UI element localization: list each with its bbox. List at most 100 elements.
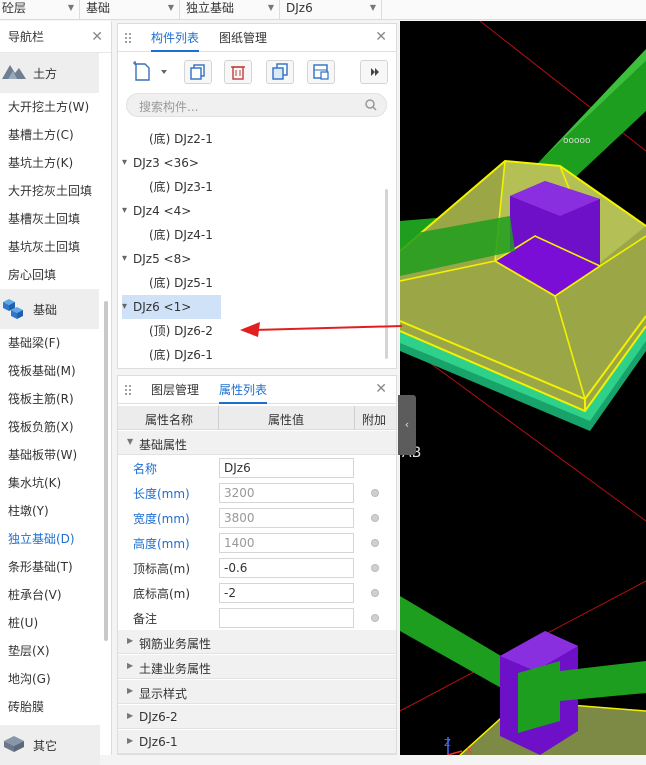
svg-text:ooooo: ooooo xyxy=(563,136,591,146)
property-name: 名称 xyxy=(133,462,158,476)
filter-button[interactable] xyxy=(307,60,335,84)
property-value-field[interactable]: -0.6 xyxy=(219,558,354,578)
nav-scrollbar[interactable] xyxy=(104,301,108,641)
tab-property-list[interactable]: 属性列表 xyxy=(219,376,268,404)
property-name: 高度(mm) xyxy=(133,537,190,551)
nav-item[interactable]: 集水坑(K) xyxy=(0,469,111,497)
chevron-down-icon: ▼ xyxy=(67,3,74,12)
component-search-input[interactable]: 搜索构件... xyxy=(126,93,387,117)
tree-label: DJz4 <4> xyxy=(133,204,192,218)
drag-grip-icon[interactable] xyxy=(124,32,132,44)
nav-category-earthwork[interactable]: 土方 xyxy=(0,53,99,93)
copy-button[interactable] xyxy=(184,60,212,84)
nav-item[interactable]: 筏板主筋(R) xyxy=(0,385,111,413)
new-component-button[interactable] xyxy=(130,60,168,84)
nav-item[interactable]: 桩(U) xyxy=(0,609,111,637)
close-icon[interactable]: ✕ xyxy=(375,381,387,397)
property-group[interactable]: ▶ 土建业务属性 xyxy=(118,655,396,679)
nav-item[interactable]: 基础梁(F) xyxy=(0,329,111,357)
nav-item[interactable]: 基槽土方(C) xyxy=(0,121,111,149)
property-value-field[interactable]: 3200 xyxy=(219,483,354,503)
more-button[interactable] xyxy=(360,60,388,84)
other-icon xyxy=(4,736,24,752)
nav-item[interactable]: 基坑灰土回填 xyxy=(0,233,111,261)
group-label: 钢筋业务属性 xyxy=(139,637,212,651)
tree-group-row[interactable]: ▾ DJz5 <8> xyxy=(118,247,388,271)
nav-category-foundation[interactable]: 基础 xyxy=(0,289,99,329)
nav-item[interactable]: 筏板基础(M) xyxy=(0,357,111,385)
nav-header: 导航栏 ✕ xyxy=(0,21,111,53)
nav-item[interactable]: 大开挖灰土回填 xyxy=(0,177,111,205)
caret-down-icon[interactable]: ▾ xyxy=(122,199,127,223)
nav-item[interactable]: 柱墩(Y) xyxy=(0,497,111,525)
floor-select[interactable]: 砼层 ▼ xyxy=(0,0,80,19)
tree-group-row[interactable]: ▾ DJz6 <1> xyxy=(122,295,221,319)
caret-down-icon[interactable]: ▾ xyxy=(122,295,127,319)
close-icon[interactable]: ✕ xyxy=(375,29,387,45)
nav-item[interactable]: 大开挖土方(W) xyxy=(0,93,111,121)
filter-grid-icon xyxy=(313,64,329,80)
foundation-icon xyxy=(3,299,23,319)
nav-item[interactable]: 地沟(G) xyxy=(0,665,111,693)
nav-category-other[interactable]: 其它 xyxy=(0,725,100,765)
nav-item[interactable]: 砖胎膜 xyxy=(0,693,111,721)
property-row: 高度(mm) 1400 xyxy=(118,530,396,555)
property-group[interactable]: ▶ 显示样式 xyxy=(118,680,396,704)
tab-component-list[interactable]: 构件列表 xyxy=(151,24,200,52)
component-select[interactable]: DJz6 ▼ xyxy=(284,0,382,19)
property-value-field[interactable]: 1400 xyxy=(219,533,354,553)
property-group[interactable]: ▶ DJz6-2 xyxy=(118,705,396,729)
tree-group-row[interactable]: ▾ DJz4 <4> xyxy=(118,199,388,223)
nav-item[interactable]: 基槽灰土回填 xyxy=(0,205,111,233)
close-icon[interactable]: ✕ xyxy=(91,21,103,53)
group-basic-properties[interactable]: ▼ 基础属性 xyxy=(118,431,396,455)
extra-checkbox[interactable] xyxy=(371,564,379,572)
extra-checkbox[interactable] xyxy=(371,489,379,497)
extra-checkbox[interactable] xyxy=(371,514,379,522)
nav-item[interactable]: 条形基础(T) xyxy=(0,553,111,581)
3d-viewport[interactable]: ooooo Z X AB xyxy=(400,21,646,755)
nav-item[interactable]: 基础板带(W) xyxy=(0,441,111,469)
tree-item-row[interactable]: (底) DJz4-1 xyxy=(118,223,388,247)
nav-item[interactable]: 独立基础(D) xyxy=(0,525,111,553)
extra-checkbox[interactable] xyxy=(371,614,379,622)
nav-item[interactable]: 基坑土方(K) xyxy=(0,149,111,177)
extra-checkbox[interactable] xyxy=(371,539,379,547)
nav-item[interactable]: 垫层(X) xyxy=(0,637,111,665)
tree-label: DJz5 <8> xyxy=(133,252,192,266)
nav-category-label: 土方 xyxy=(33,67,58,81)
nav-item[interactable]: 房心回填 xyxy=(0,261,111,289)
property-value-field[interactable] xyxy=(219,608,354,628)
tab-drawing-management[interactable]: 图纸管理 xyxy=(219,24,267,52)
tree-item-row[interactable]: (底) DJz2-1 xyxy=(118,127,388,151)
property-group[interactable]: ▶ 钢筋业务属性 xyxy=(118,630,396,654)
nav-item[interactable]: 筏板负筋(X) xyxy=(0,413,111,441)
collapse-panel-button[interactable]: ‹ xyxy=(398,395,416,455)
chevron-down-icon: ▼ xyxy=(369,3,376,12)
tree-item-row[interactable]: (底) DJz5-1 xyxy=(118,271,388,295)
property-group[interactable]: ▶ DJz6-1 xyxy=(118,730,396,754)
search-icon xyxy=(365,99,377,111)
type-select[interactable]: 独立基础 ▼ xyxy=(184,0,280,19)
tree-item-row[interactable]: (底) DJz3-1 xyxy=(118,175,388,199)
caret-down-icon[interactable]: ▾ xyxy=(122,151,127,175)
tab-layer-management[interactable]: 图层管理 xyxy=(151,376,199,404)
nav-title: 导航栏 xyxy=(8,30,45,44)
new-file-icon xyxy=(133,61,167,81)
extra-checkbox[interactable] xyxy=(371,589,379,597)
group-label: 土建业务属性 xyxy=(139,662,212,676)
delete-button[interactable] xyxy=(224,60,252,84)
nav-item[interactable]: 桩承台(V) xyxy=(0,581,111,609)
property-name: 顶标高(m) xyxy=(133,562,191,576)
tree-item-row[interactable]: (底) DJz6-1 xyxy=(118,343,388,367)
caret-down-icon[interactable]: ▾ xyxy=(122,247,127,271)
drag-grip-icon[interactable] xyxy=(124,384,132,396)
category-select-value: 基础 xyxy=(86,1,111,15)
property-value-field[interactable]: DJz6 xyxy=(219,458,354,478)
copy-to-floor-button[interactable] xyxy=(266,60,294,84)
category-select[interactable]: 基础 ▼ xyxy=(84,0,180,19)
property-value-field[interactable]: -2 xyxy=(219,583,354,603)
property-value-field[interactable]: 3800 xyxy=(219,508,354,528)
layers-copy-icon xyxy=(272,63,288,80)
tree-group-row[interactable]: ▾ DJz3 <36> xyxy=(118,151,388,175)
